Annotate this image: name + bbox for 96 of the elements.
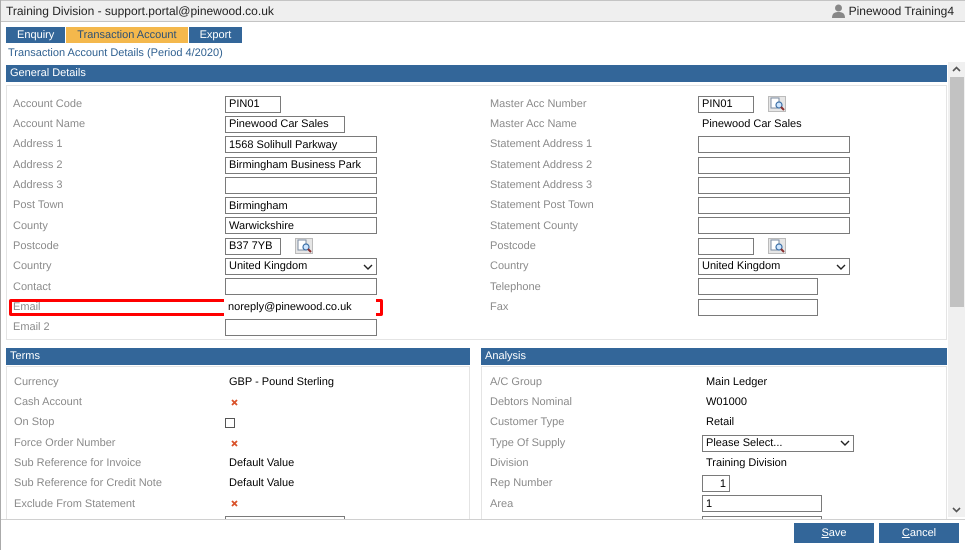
lookup-icon[interactable] bbox=[295, 238, 313, 254]
field-label: Rep Number bbox=[490, 476, 554, 492]
lookup-icon[interactable] bbox=[768, 238, 786, 254]
field-label: Force Order Number bbox=[14, 436, 116, 451]
lookup-icon[interactable] bbox=[768, 96, 786, 112]
section-header: Analysis bbox=[481, 348, 947, 365]
user-name: Pinewood Training4 bbox=[848, 3, 954, 20]
field-label: Postcode bbox=[490, 238, 537, 254]
section-header: General Details bbox=[6, 65, 947, 82]
field-label: Fax bbox=[490, 300, 510, 315]
select-field[interactable]: United Kingdom bbox=[225, 258, 377, 276]
input-field[interactable] bbox=[225, 176, 377, 194]
field-label: Customer Type bbox=[490, 415, 566, 430]
field-value: Retail bbox=[705, 415, 734, 430]
field-label: Sub Reference for Credit Note bbox=[14, 476, 163, 492]
input-field[interactable] bbox=[698, 278, 818, 296]
field-label: Email 2 bbox=[13, 320, 51, 336]
field-label: Statement County bbox=[490, 218, 580, 234]
field-label: On Stop bbox=[14, 415, 56, 430]
input-field[interactable]: 1 bbox=[702, 475, 730, 492]
field-value: GBP - Pound Sterling bbox=[228, 374, 334, 390]
field-label: Post Town bbox=[13, 198, 65, 214]
field-label: County bbox=[13, 218, 49, 234]
field-label: Master Acc Name bbox=[490, 117, 578, 132]
input-field[interactable] bbox=[225, 318, 377, 336]
field-label: Exclude From Statement bbox=[14, 496, 136, 512]
field-label: Country bbox=[490, 259, 530, 274]
checkbox[interactable] bbox=[225, 418, 235, 428]
field-label: Address 3 bbox=[13, 178, 64, 194]
scroll-down-icon[interactable] bbox=[952, 507, 961, 513]
input-field[interactable]: Warwickshire bbox=[225, 217, 377, 234]
field-label: Address 1 bbox=[13, 137, 64, 152]
select-field[interactable]: United Kingdom bbox=[698, 258, 850, 276]
field-label: Account Name bbox=[13, 117, 86, 132]
input-field[interactable] bbox=[698, 217, 850, 234]
input-field[interactable]: Birmingham Business Park bbox=[225, 156, 377, 174]
field-label: Statement Address 1 bbox=[490, 137, 594, 152]
field-label: Account Code bbox=[13, 96, 84, 112]
chevron-down-icon bbox=[363, 264, 373, 270]
input-field[interactable]: Birmingham bbox=[225, 197, 377, 214]
tab[interactable]: Enquiry bbox=[6, 27, 66, 43]
input-field[interactable] bbox=[698, 298, 818, 316]
input-field[interactable]: Pinewood Car Sales bbox=[225, 116, 345, 133]
field-label: Statement Post Town bbox=[490, 198, 595, 214]
scroll-up-icon[interactable] bbox=[952, 66, 961, 72]
cross-icon bbox=[231, 500, 238, 508]
field-value: Training Division bbox=[705, 456, 787, 472]
field-label: Sub Reference for Invoice bbox=[14, 456, 142, 472]
tab[interactable]: Export bbox=[188, 27, 242, 43]
input-field[interactable]: 1 bbox=[702, 495, 822, 512]
input-field[interactable]: noreply@pinewood.co.uk bbox=[224, 298, 376, 316]
section-header: Terms bbox=[6, 348, 470, 365]
input-field[interactable] bbox=[698, 176, 850, 194]
input-field[interactable] bbox=[698, 197, 850, 214]
tab[interactable]: Transaction Account bbox=[66, 27, 188, 43]
input-field[interactable] bbox=[698, 136, 850, 154]
field-label: Area bbox=[490, 496, 514, 512]
field-label: Master Acc Number bbox=[490, 96, 588, 112]
field-label: Cash Account bbox=[14, 395, 83, 410]
field-label: Statement Address 2 bbox=[490, 158, 594, 173]
field-label: Email bbox=[13, 300, 42, 315]
field-label: Statement Address 3 bbox=[490, 178, 594, 194]
field-value: Default Value bbox=[228, 456, 294, 472]
scrollbar[interactable] bbox=[948, 62, 965, 517]
action-button[interactable]: Save bbox=[794, 523, 874, 543]
input-field[interactable] bbox=[698, 238, 754, 255]
action-button[interactable]: Cancel bbox=[879, 523, 959, 543]
field-label: A/C Group bbox=[490, 374, 543, 390]
field-value: Main Ledger bbox=[705, 374, 768, 390]
cross-icon bbox=[231, 398, 238, 406]
page-subtitle: Transaction Account Details (Period 4/2020) bbox=[8, 46, 224, 61]
field-label: Postcode bbox=[13, 238, 60, 254]
field-value: W01000 bbox=[705, 395, 747, 410]
input-field[interactable]: PIN01 bbox=[225, 96, 281, 113]
field-value: Pinewood Car Sales bbox=[701, 117, 802, 132]
field-label: Contact bbox=[13, 280, 52, 295]
input-field[interactable]: PIN01 bbox=[698, 96, 754, 113]
field-label: Country bbox=[13, 259, 53, 274]
field-label: Division bbox=[490, 456, 530, 472]
field-value: Default Value bbox=[228, 476, 294, 492]
cross-icon bbox=[231, 440, 238, 447]
window-title: Training Division - support.portal@pinewood.co.uk bbox=[6, 3, 274, 20]
field-label: Address 2 bbox=[13, 158, 64, 173]
select-field[interactable]: Please Select... bbox=[702, 434, 854, 452]
chevron-down-icon bbox=[836, 264, 846, 270]
field-label: Type Of Supply bbox=[490, 436, 566, 451]
input-field[interactable] bbox=[225, 278, 377, 296]
input-field[interactable]: B37 7YB bbox=[225, 238, 281, 255]
user-icon bbox=[832, 4, 845, 18]
chevron-down-icon bbox=[840, 440, 850, 446]
field-label: Debtors Nominal bbox=[490, 395, 573, 410]
input-field[interactable] bbox=[698, 156, 850, 174]
field-label: Currency bbox=[14, 374, 60, 390]
input-field[interactable]: 1568 Solihull Parkway bbox=[225, 136, 377, 154]
field-label: Telephone bbox=[490, 280, 542, 295]
scroll-thumb[interactable] bbox=[950, 77, 964, 307]
